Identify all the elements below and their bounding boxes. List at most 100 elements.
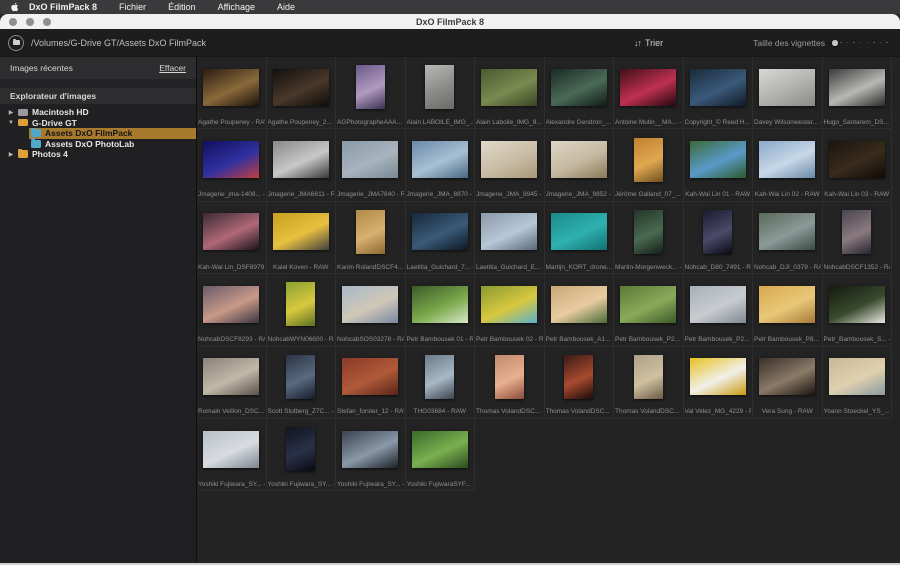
thumbnail-item[interactable]: Petr Bambousek_P2... - RAW (614, 274, 684, 347)
thumbnail-image[interactable] (828, 285, 885, 323)
thumbnail-item[interactable]: NohcabSOS03278 - RAW (336, 274, 406, 347)
thumbnail-item[interactable]: Kah-Wai Lin 02 - RAW (753, 129, 823, 202)
zoom-button[interactable] (43, 17, 51, 26)
thumbnail-image[interactable] (759, 68, 816, 106)
thumbnail-item[interactable]: Yoshiki Fujiwara_SY... - RAW (197, 418, 267, 492)
apple-icon[interactable] (10, 2, 20, 12)
thumbnail-image[interactable] (355, 65, 385, 110)
thumbnail-size-slider[interactable] (832, 38, 888, 48)
thumbnail-item[interactable]: Vera Sung - RAW (753, 346, 823, 419)
thumbnail-item[interactable]: Nohcab_D80_7491 - RAW (683, 201, 753, 275)
chevron-right-icon[interactable]: ▶ (6, 109, 16, 116)
thumbnail-item[interactable]: Petr Bambousek 02 - RAW (475, 274, 545, 347)
thumbnail-item[interactable]: Kah-Wai Lin 03 - RAW (822, 129, 892, 202)
thumbnail-item[interactable]: Val Velez_MG_4229 - RAW (683, 346, 753, 419)
thumbnail-image[interactable] (481, 68, 538, 106)
thumbnail-item[interactable]: Antoine Mutin__MA... - RAW (614, 57, 684, 130)
thumbnail-image[interactable] (342, 358, 399, 396)
sidebar-item-macintosh-hd[interactable]: ▶ Macintosh HD (0, 107, 196, 118)
thumbnail-image[interactable] (481, 141, 538, 179)
thumbnail-image[interactable] (689, 358, 746, 396)
thumbnail-image[interactable] (342, 141, 399, 179)
slider-thumb[interactable] (832, 40, 838, 46)
thumbnail-image[interactable] (481, 285, 538, 323)
minimize-button[interactable] (26, 17, 34, 26)
folder-up-button[interactable] (8, 34, 24, 51)
thumbnail-image[interactable] (411, 141, 468, 179)
thumbnail-image[interactable] (842, 209, 872, 254)
thumbnail-image[interactable] (828, 358, 885, 396)
thumbnail-item[interactable]: Kalel Koven - RAW (266, 201, 336, 275)
thumbnail-image[interactable] (759, 358, 816, 396)
thumbnail-item[interactable]: Petr Bambousek_P8... - RAW (753, 274, 823, 347)
thumbnail-item[interactable]: Martijn_KORT_drone... - RAW (544, 201, 614, 275)
thumbnail-image[interactable] (759, 213, 816, 251)
thumbnail-item[interactable]: Karim RolandDSCF4... - RAW (336, 201, 406, 275)
thumbnail-image[interactable] (286, 427, 316, 472)
thumbnail-item[interactable]: Nohcab_DJI_0379 - RAW (753, 201, 823, 275)
thumbnail-image[interactable] (689, 68, 746, 106)
clear-recent-link[interactable]: Effacer (159, 63, 186, 73)
thumbnail-image[interactable] (564, 354, 594, 399)
thumbnail-image[interactable] (828, 141, 885, 179)
thumbnail-item[interactable]: Jmagerie_JMA7840 - RAW (336, 129, 406, 202)
thumbnail-image[interactable] (203, 285, 260, 323)
thumbnail-item[interactable]: Yoshiki Fujiwara_SY... - RAW (336, 418, 406, 492)
thumbnail-image[interactable] (759, 285, 816, 323)
menu-affichage[interactable]: Affichage (207, 2, 266, 12)
thumbnail-item[interactable]: Thomas VolandDSC... - RAW (544, 346, 614, 419)
thumbnail-item[interactable]: Romain Veillon_DSC... - RAW (197, 346, 267, 419)
thumbnail-image[interactable] (411, 430, 468, 468)
thumbnail-item[interactable]: Petr Bambousek_P2... - RAW (683, 274, 753, 347)
thumbnail-image[interactable] (550, 68, 607, 106)
thumbnail-item[interactable]: Jmagerie_JMA_9852 - RAW (544, 129, 614, 202)
thumbnail-image[interactable] (286, 354, 316, 399)
thumbnail-image[interactable] (272, 213, 329, 251)
thumbnail-item[interactable]: Thomas VolandDSC... - RAW (475, 346, 545, 419)
thumbnail-item[interactable]: NohcabWYN06600 - RAW (266, 274, 336, 347)
thumbnail-item[interactable]: Petr Bambousek 01 - RAW (405, 274, 475, 347)
thumbnail-image[interactable] (759, 141, 816, 179)
thumbnail-item[interactable]: Yoshiki FujiwaraSYF... - RAW (405, 418, 475, 492)
thumbnail-item[interactable]: Copyright_© Reed H... - RAW (683, 57, 753, 130)
thumbnail-image[interactable] (481, 213, 538, 251)
sidebar-item-assets-dxo-filmpack[interactable]: Assets DxO FilmPack (0, 127, 196, 139)
thumbnail-item[interactable]: Kah-Wai Lin_DSF8979 - RAW (197, 201, 267, 275)
thumbnail-item[interactable]: Agathe Poupeney - RAW (197, 57, 267, 130)
thumbnail-image[interactable] (411, 213, 468, 251)
thumbnail-image[interactable] (689, 141, 746, 179)
thumbnail-item[interactable]: Davey Wilsonwester... - RAW (753, 57, 823, 130)
thumbnail-item[interactable]: Scott Stulberg_Z7C... - RAW (266, 346, 336, 419)
thumbnail-image[interactable] (550, 213, 607, 251)
sidebar-item-photos-4[interactable]: ▶ Photos 4 (0, 148, 196, 160)
thumbnail-image[interactable] (425, 65, 455, 110)
chevron-right-icon[interactable]: ▶ (6, 151, 16, 158)
thumbnail-item[interactable]: Alexandre Gendron_... - RAW (544, 57, 614, 130)
thumbnail-image[interactable] (633, 209, 663, 254)
thumbnail-item[interactable]: Agathe Poupeney_2... - RAW (266, 57, 336, 130)
thumbnail-image[interactable] (633, 354, 663, 399)
thumbnail-item[interactable]: Thomas VolandDSC... - RAW (614, 346, 684, 419)
thumbnail-image[interactable] (203, 141, 260, 179)
thumbnail-item[interactable]: Laetitia_Guichard_E... - RAW (475, 201, 545, 275)
menu-edition[interactable]: Édition (157, 2, 207, 12)
menu-aide[interactable]: Aide (266, 2, 306, 12)
thumbnail-item[interactable]: Jérôme Galland_07_... - RAW (614, 129, 684, 202)
thumbnail-image[interactable] (342, 285, 399, 323)
thumbnail-item[interactable]: Alain LABOILE_IMG_... - RAW (405, 57, 475, 130)
thumbnail-item[interactable]: Yoann Stoeckel_YS_... - RAW (822, 346, 892, 419)
thumbnail-image[interactable] (272, 68, 329, 106)
thumbnail-item[interactable]: NohcabDSCF8293 - RAW (197, 274, 267, 347)
thumbnail-image[interactable] (620, 285, 677, 323)
thumbnail-image[interactable] (633, 137, 663, 182)
thumbnail-item[interactable]: Stefan_forster_12 - RAW (336, 346, 406, 419)
thumbnail-image[interactable] (203, 430, 260, 468)
thumbnail-item[interactable]: AGPhotographeAAA... - RAW (336, 57, 406, 130)
thumbnail-image[interactable] (620, 68, 677, 106)
thumbnail-image[interactable] (550, 141, 607, 179)
thumbnail-image[interactable] (828, 68, 885, 106)
thumbnail-image[interactable] (550, 285, 607, 323)
thumbnail-item[interactable]: Petr_Bambousek_S... - RAW (822, 274, 892, 347)
thumbnail-image[interactable] (203, 68, 260, 106)
chevron-down-icon[interactable]: ▼ (6, 120, 16, 126)
